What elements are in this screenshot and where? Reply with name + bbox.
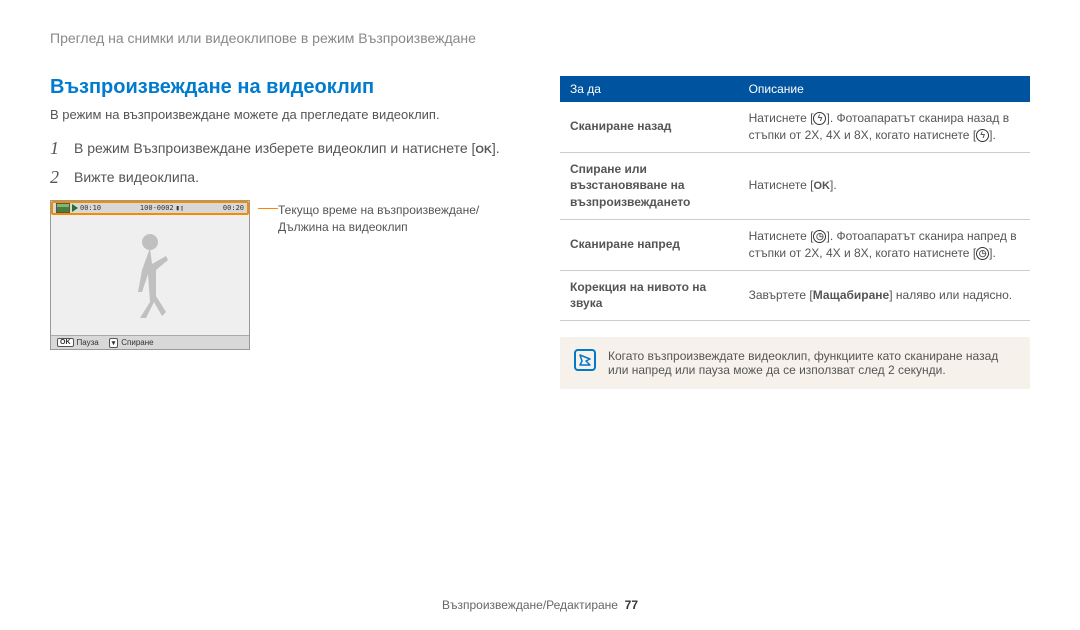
timer-icon: ◷: [976, 247, 989, 260]
row-desc: Натиснете [◷]. Фотоапаратът сканира напр…: [739, 219, 1030, 270]
table-row: Спиране или възстановяване на възпроизве…: [560, 152, 1030, 219]
step-num: 2: [50, 167, 74, 188]
step-1: 1 В режим Възпроизвеждане изберете видео…: [50, 138, 540, 159]
row-action: Спиране или възстановяване на възпроизве…: [560, 152, 739, 219]
callout-line: [258, 208, 278, 209]
player-bottom-bar: OK Пауза ▾ Спиране: [51, 335, 249, 349]
breadcrumb: Преглед на снимки или видеоклипове в реж…: [50, 30, 1030, 46]
player-body: [51, 215, 249, 335]
counter: 100-0002: [140, 204, 174, 212]
down-icon: ▾: [109, 338, 119, 348]
thumbnail-icon: [56, 203, 70, 213]
page-footer: Възпроизвеждане/Редактиране 77: [0, 598, 1080, 612]
row-desc: Натиснете [ϟ]. Фотоапаратът сканира наза…: [739, 102, 1030, 152]
note-box: Когато възпроизвеждате видеоклип, функци…: [560, 337, 1030, 389]
ok-icon: OK: [475, 144, 492, 156]
pause-label: Пауза: [77, 338, 99, 347]
callout-line2: Дължина на видеоклип: [278, 220, 408, 234]
timer-icon: ◷: [813, 230, 826, 243]
controls-table: За да Описание Сканиране назад Натиснете…: [560, 76, 1030, 321]
callout-text: Текущо време на възпроизвеждане/ Дължина…: [278, 202, 479, 236]
note-icon: [574, 349, 596, 371]
ok-icon: OK: [813, 179, 830, 194]
right-column: За да Описание Сканиране назад Натиснете…: [560, 76, 1030, 389]
th-desc: Описание: [739, 76, 1030, 102]
section-title: Възпроизвеждане на видеоклип: [50, 76, 540, 99]
video-player-mock: 00:10 100-0002 ▮▯ 00:20: [50, 200, 250, 350]
row-desc: Натиснете [OK].: [739, 152, 1030, 219]
th-action: За да: [560, 76, 739, 102]
stop-label: Спиране: [121, 338, 153, 347]
table-row: Сканиране напред Натиснете [◷]. Фотоапар…: [560, 219, 1030, 270]
step-num: 1: [50, 138, 74, 159]
flash-icon: ϟ: [813, 112, 826, 125]
step-2: 2 Вижте видеоклипа.: [50, 167, 540, 188]
ok-button-icon: OK: [57, 338, 74, 347]
step-text: В режим Възпроизвеждане изберете видеокл…: [74, 138, 500, 156]
player-top-bar: 00:10 100-0002 ▮▯ 00:20: [51, 201, 249, 215]
step-text: Вижте видеоклипа.: [74, 167, 199, 185]
row-action: Корекция на нивото на звука: [560, 270, 739, 321]
content-columns: Възпроизвеждане на видеоклип В режим на …: [50, 76, 1030, 389]
row-desc: Завъртете [Мащабиране] наляво или надясн…: [739, 270, 1030, 321]
time-current: 00:10: [80, 204, 101, 212]
step-1-text-a: В режим Възпроизвеждане изберете видеокл…: [74, 140, 475, 156]
left-column: Възпроизвеждане на видеоклип В режим на …: [50, 76, 540, 389]
callout-line1: Текущо време на възпроизвеждане/: [278, 203, 479, 217]
intro-text: В режим на възпроизвеждане можете да пре…: [50, 107, 540, 122]
row-action: Сканиране напред: [560, 219, 739, 270]
footer-text: Възпроизвеждане/Редактиране: [442, 598, 618, 612]
play-icon: [72, 204, 78, 212]
page-number: 77: [625, 598, 638, 612]
table-row: Корекция на нивото на звука Завъртете [М…: [560, 270, 1030, 321]
row-action: Сканиране назад: [560, 102, 739, 152]
bold-word: Мащабиране: [813, 288, 889, 302]
time-total: 00:20: [223, 204, 244, 212]
table-row: Сканиране назад Натиснете [ϟ]. Фотоапара…: [560, 102, 1030, 152]
step-1-text-b: ].: [492, 140, 500, 156]
dancer-silhouette-icon: [120, 230, 180, 320]
flash-icon: ϟ: [976, 129, 989, 142]
note-text: Когато възпроизвеждате видеоклип, функци…: [608, 349, 1016, 377]
player-area: 00:10 100-0002 ▮▯ 00:20: [50, 200, 540, 350]
